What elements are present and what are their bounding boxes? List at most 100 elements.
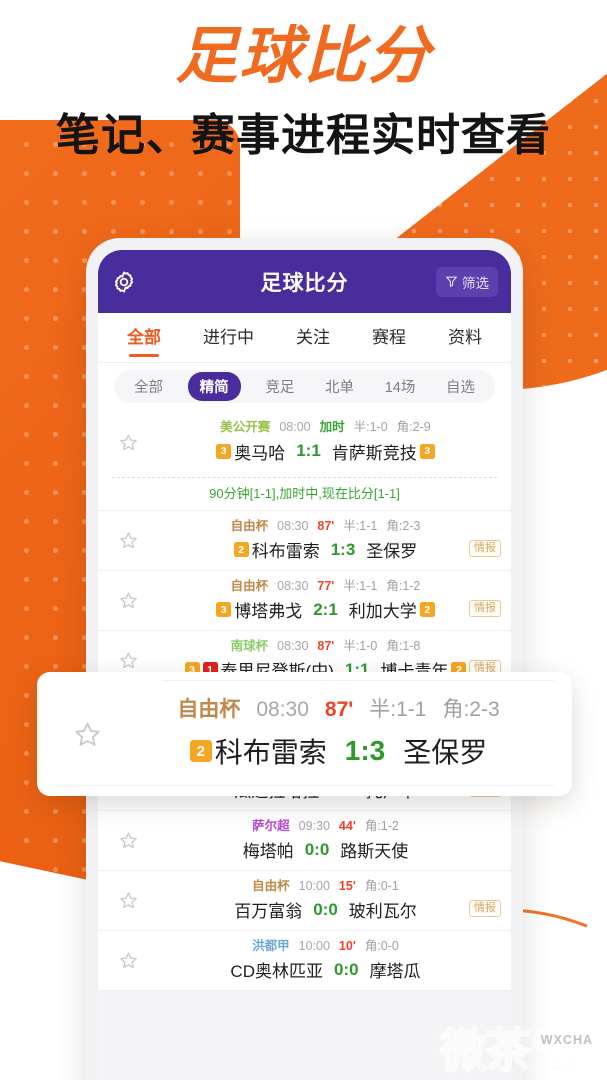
chip-all[interactable]: 全部 [128,372,169,401]
chip-beidan[interactable]: 北单 [319,372,360,401]
star-icon[interactable] [118,590,139,611]
kickoff-time: 10:00 [298,938,330,953]
away-team: 肯萨斯竞技 3 [332,439,435,464]
callout-body: 自由杯 08:30 87' 半:1-1 角:2-3 2 科布雷索 1:3 圣保罗 [121,697,556,771]
match-minute: 10' [338,938,356,953]
favorite-toggle[interactable] [106,590,150,611]
corner-score: 角:0-0 [364,938,399,953]
league-name: 洪都甲 [252,938,290,953]
away-team: 利加大学 2 [349,597,435,622]
filter-button[interactable]: 筛选 [436,266,498,297]
match-row[interactable]: 美公开赛 08:00 加时 半:1-0 角:2-9 3 奥马哈 1:1 肯萨斯竞技 3 [98,412,511,472]
gear-icon[interactable] [111,269,137,295]
chip-jingzu[interactable]: 竞足 [259,372,300,401]
match-body: 洪都甲 10:00 10' 角:0-0 CD奥林匹亚 0:0 摩塔瓜 [150,939,501,983]
filter-button-label: 筛选 [462,275,489,291]
info-tag[interactable]: 情报 [469,899,501,918]
match-meta-line: 自由杯 08:30 87' 半:1-1 角:2-3 [150,519,501,535]
home-team: 3 博塔弗戈 [216,597,302,622]
callout-league: 自由杯 [177,697,241,721]
match-minute: 44' [338,818,356,833]
callout-kickoff: 08:30 [256,697,309,721]
match-meta-line: 萨尔超 09:30 44' 角:1-2 [150,819,501,835]
match-minute: 加时 [319,420,345,435]
match-body: 自由杯 08:30 87' 半:1-1 角:2-3 2 科布雷索 1:3 圣保罗 [150,519,501,563]
match-score: 0:0 [333,959,359,979]
away-team-name: 摩塔瓜 [369,962,421,982]
away-team-name: 玻利瓦尔 [348,902,417,922]
match-score: 2:1 [313,599,338,619]
away-team: 路斯天使 [340,837,408,862]
match-minute: 77' [317,578,335,593]
match-score: 1:3 [330,539,356,559]
kickoff-time: 08:30 [277,578,309,593]
away-team-name: 路斯天使 [340,842,409,862]
match-body: 萨尔超 09:30 44' 角:1-2 梅塔帕 0:0 路斯天使 [150,819,501,863]
callout-score: 1:3 [344,735,386,767]
match-row[interactable]: 自由杯 08:30 77' 半:1-1 角:1-2 3 博塔弗戈 2:1 利加大学 2 情报 [98,571,511,631]
match-teams-line: 2 科布雷索 1:3 圣保罗 [150,537,501,562]
corner-score: 角:1-8 [386,638,421,653]
away-rank-badge: 2 [419,602,435,618]
home-rank-badge: 2 [233,542,249,558]
tab-in-progress[interactable]: 进行中 [201,318,256,357]
callout-meta-line: 自由杯 08:30 87' 半:1-1 角:2-3 [121,697,556,723]
match-note: 90分钟[1-1],加时中,现在比分[1-1] [98,478,511,511]
star-icon[interactable] [118,950,139,971]
favorite-toggle[interactable] [106,950,150,971]
match-score: 0:0 [304,839,330,859]
match-row[interactable]: 萨尔超 09:30 44' 角:1-2 梅塔帕 0:0 路斯天使 [98,811,511,871]
favorite-toggle[interactable] [106,830,150,851]
callout-home-rank-badge: 2 [189,740,212,763]
corner-score: 角:1-2 [364,818,399,833]
star-icon[interactable] [72,719,103,750]
promo-page: 足球比分 笔记、赛事进程实时查看 足球比分 筛选 全部 进行中 关注 赛程 资料… [0,0,607,1080]
home-team-name: CD奥林匹亚 [230,962,323,982]
info-tag[interactable]: 情报 [469,539,501,558]
league-name: 萨尔超 [252,818,290,833]
league-name: 南球杯 [230,638,269,653]
callout-favorite-cell[interactable] [53,719,121,750]
match-row[interactable]: 自由杯 08:30 87' 半:1-1 角:2-3 2 科布雷索 1:3 圣保罗 情报 [98,511,511,571]
callout-halftime-score: 半:1-1 [369,697,427,721]
tab-all[interactable]: 全部 [125,318,163,357]
chip-row: 全部 精简 竞足 北单 14场 自选 [114,370,495,403]
match-meta-line: 自由杯 10:00 15' 角:0-1 [150,879,501,895]
promo-headline-block: 足球比分 笔记、赛事进程实时查看 [0,24,607,160]
match-row[interactable]: 自由杯 10:00 15' 角:0-1 百万富翁 0:0 玻利瓦尔 情报 [98,871,511,931]
tab-following[interactable]: 关注 [294,318,332,357]
info-tag[interactable]: 情报 [469,599,501,618]
chip-simple[interactable]: 精简 [187,372,241,401]
corner-score: 角:2-3 [386,518,421,533]
star-icon[interactable] [118,432,139,453]
home-rank-badge: 3 [216,602,232,618]
away-team-name: 利加大学 [348,602,417,622]
promo-headline: 足球比分 [175,22,432,91]
favorite-toggle[interactable] [106,530,150,551]
favorite-toggle[interactable] [106,432,150,453]
chip-14chang[interactable]: 14场 [379,372,422,401]
callout-teams-line: 2 科布雷索 1:3 圣保罗 [121,731,556,771]
star-icon[interactable] [118,890,139,911]
star-icon[interactable] [118,530,139,551]
match-row[interactable]: 洪都甲 10:00 10' 角:0-0 CD奥林匹亚 0:0 摩塔瓜 [98,931,511,991]
match-teams-line: CD奥林匹亚 0:0 摩塔瓜 [150,957,501,982]
home-team: 百万富翁 [234,897,302,922]
tab-schedule[interactable]: 赛程 [370,318,408,357]
funnel-icon [445,275,458,288]
chip-row-wrapper: 全部 精简 竞足 北单 14场 自选 [98,363,511,412]
match-body: 美公开赛 08:00 加时 半:1-0 角:2-9 3 奥马哈 1:1 肯萨斯竞技 3 [150,420,501,464]
star-icon[interactable] [118,650,139,671]
match-meta-line: 自由杯 08:30 77' 半:1-1 角:1-2 [150,579,501,595]
favorite-toggle[interactable] [106,890,150,911]
star-icon[interactable] [118,830,139,851]
league-name: 自由杯 [230,578,269,593]
tab-data[interactable]: 资料 [446,318,484,357]
league-name: 美公开赛 [220,420,271,435]
favorite-toggle[interactable] [106,650,150,671]
corner-score: 角:1-2 [386,578,421,593]
match-teams-line: 梅塔帕 0:0 路斯天使 [150,837,501,862]
chip-custom[interactable]: 自选 [440,372,481,401]
away-team-name: 圣保罗 [366,542,418,562]
phone-screen: 足球比分 筛选 全部 进行中 关注 赛程 资料 全部 精简 竞足 北单 14场 … [98,250,511,1080]
